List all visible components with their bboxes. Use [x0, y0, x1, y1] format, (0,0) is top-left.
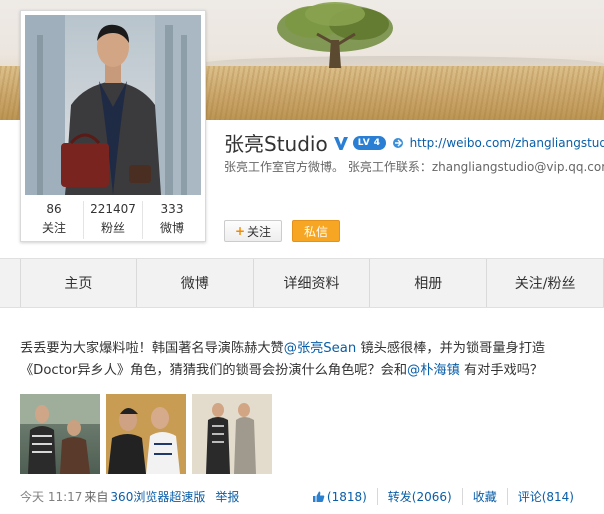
avatar-photo [25, 15, 201, 195]
link-icon [392, 137, 406, 149]
post-text-line2-b: 有对手戏吗？ [459, 363, 544, 378]
post-source-link[interactable]: 360浏览器超速版 [110, 488, 205, 505]
stat-posts-count: 333 [160, 202, 184, 216]
stat-followers[interactable]: 221407 粉丝 [84, 201, 143, 239]
profile-url-link[interactable]: http://weibo.com/zhangliangstudio [410, 136, 604, 150]
comment-button[interactable]: 评论(814) [506, 488, 584, 505]
profile-name-row: 张亮Studio LV 4 http://weibo.com/zhanglian… [224, 128, 604, 157]
post-image[interactable] [192, 394, 272, 474]
avatar-card: 86 关注 221407 粉丝 333 微博 [20, 10, 206, 242]
stat-posts[interactable]: 333 微博 [143, 201, 201, 239]
tab-home[interactable]: 主页 [20, 259, 137, 307]
post-actions: (1818) 转发(2066) 收藏 评论(814) [302, 488, 584, 505]
stat-followers-label: 粉丝 [100, 221, 125, 235]
avatar[interactable] [25, 15, 201, 195]
tab-weibo[interactable]: 微博 [137, 259, 254, 307]
tab-album[interactable]: 相册 [370, 259, 488, 307]
tab-follow-fans[interactable]: 关注/粉丝 [487, 259, 604, 307]
stat-followers-count: 221407 [90, 202, 136, 216]
like-button[interactable]: (1818) [302, 490, 377, 504]
post-timestamp[interactable]: 今天 11:17 [20, 488, 82, 505]
follow-button[interactable]: + 关注 [224, 220, 282, 242]
tab-profile-details[interactable]: 详细资料 [254, 259, 371, 307]
post-text: 丢丢要为大家爆料啦！韩国著名导演陈赫大赞@张亮Sean 镜头感很棒，并为锁哥量身… [20, 338, 595, 382]
plus-icon: + [234, 224, 246, 238]
mention-link[interactable]: @张亮Sean [284, 341, 357, 356]
level-badge[interactable]: LV 4 [352, 135, 386, 150]
message-button[interactable]: 私信 [292, 220, 340, 242]
profile-bio: 张亮工作室官方微博。 张亮工作联系：zhangliangstudio@vip.q… [224, 160, 604, 174]
like-count: (1818) [326, 489, 367, 504]
favorite-button[interactable]: 收藏 [461, 488, 507, 505]
post-text-line1-a: 丢丢要为大家爆料啦！韩国著名导演陈赫大赞 [20, 341, 284, 356]
mention-link[interactable]: @朴海镇 [407, 363, 460, 378]
post-footer: 今天 11:17 来自 360浏览器超速版 举报 (1818) 转发(2066) … [20, 488, 584, 505]
thumbs-up-icon [312, 490, 325, 503]
tree-illustration [277, 2, 393, 68]
post-image[interactable] [20, 394, 100, 474]
repost-button[interactable]: 转发(2066) [376, 488, 462, 505]
profile-name: 张亮Studio [224, 132, 328, 156]
profile-tabs: 主页 微博 详细资料 相册 关注/粉丝 [0, 258, 604, 308]
post-text-line2-a: 《Doctor异乡人》角色，猜猜我们的锁哥会扮演什么角色呢？会和 [20, 363, 408, 378]
profile-stats: 86 关注 221407 粉丝 333 微博 [25, 201, 201, 239]
post-text-line1-b: 镜头感很棒，并为锁哥量身打造 [356, 341, 546, 356]
source-prefix: 来自 [84, 490, 109, 504]
stat-following-count: 86 [46, 202, 62, 216]
stat-following-label: 关注 [41, 221, 66, 235]
post-images [20, 394, 272, 474]
post-image[interactable] [106, 394, 186, 474]
stat-following[interactable]: 86 关注 [25, 201, 84, 239]
follow-button-label: 关注 [247, 224, 272, 239]
report-link[interactable]: 举报 [215, 488, 239, 505]
post-meta: 今天 11:17 来自 360浏览器超速版 举报 [20, 488, 239, 505]
verified-v-icon[interactable] [333, 135, 349, 151]
stat-posts-label: 微博 [159, 221, 184, 235]
